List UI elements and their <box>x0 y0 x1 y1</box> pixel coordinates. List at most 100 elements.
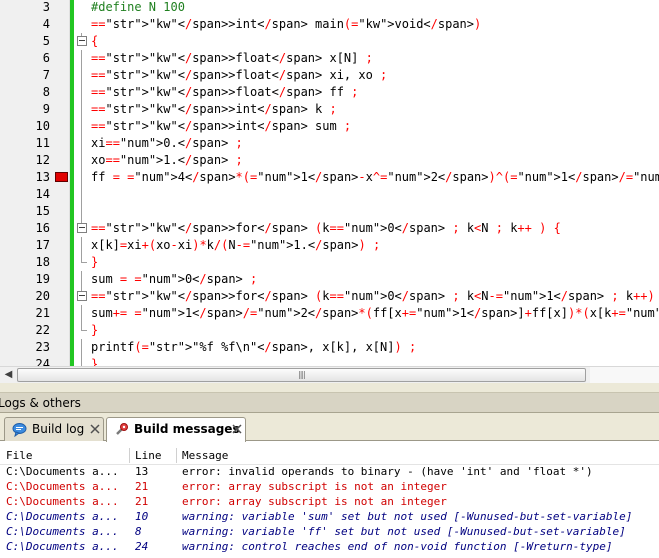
error-marker-icon[interactable] <box>55 172 68 182</box>
code-text[interactable]: x[k]=xi+(xo-xi)*k/(N-="num">1.</span>) ; <box>91 237 380 254</box>
line-number[interactable]: 15 <box>0 203 50 220</box>
line-number[interactable]: 18 <box>0 254 50 271</box>
code-text[interactable]: =="str">"kw"</span>>float</span> xi, xo … <box>91 67 387 84</box>
code-text[interactable]: { <box>91 33 98 50</box>
line-number[interactable]: 8 <box>0 84 50 101</box>
fold-guide <box>81 101 82 118</box>
code-line[interactable]: 12 xo=="num">1.</span> ; <box>0 152 659 169</box>
code-line[interactable]: 7 =="str">"kw"</span>>float</span> xi, xo… <box>0 67 659 84</box>
line-number[interactable]: 7 <box>0 67 50 84</box>
code-line[interactable]: 14 <box>0 186 659 203</box>
code-text[interactable]: =="str">"kw"</span>>float</span> x[N] ; <box>91 50 373 67</box>
message-line: 21 <box>135 480 149 493</box>
fold-guide <box>81 237 82 254</box>
fold-end-guide <box>81 262 87 263</box>
line-number[interactable]: 9 <box>0 101 50 118</box>
line-number[interactable]: 5 <box>0 33 50 50</box>
code-text[interactable]: } <box>91 322 98 339</box>
column-header-message[interactable]: Message <box>182 446 228 465</box>
tab-build-messages-label: Build messages <box>134 422 240 436</box>
line-number[interactable]: 13 <box>0 169 50 186</box>
line-number[interactable]: 12 <box>0 152 50 169</box>
fold-guide <box>81 118 82 135</box>
code-line[interactable]: 9 =="str">"kw"</span>>int</span> k ; <box>0 101 659 118</box>
code-text[interactable]: =="str">"kw"</span>>int</span> main(="kw… <box>91 16 481 33</box>
message-row[interactable]: C:\Documents a... 24 warning: control reac… <box>0 539 659 554</box>
line-number[interactable]: 24 <box>0 356 50 366</box>
code-editor[interactable]: 3 #define N 100 4 =="str">"kw"</span>>int</… <box>0 0 659 366</box>
column-header-file[interactable]: File <box>6 446 33 465</box>
tab-build-messages[interactable]: Build messages <box>106 417 246 442</box>
line-number[interactable]: 19 <box>0 271 50 288</box>
code-text[interactable]: =="str">"kw"</span>>for</span> (k=="num"… <box>91 220 561 237</box>
scrollbar-thumb[interactable]: |||| <box>17 368 586 382</box>
scroll-left-arrow-icon[interactable]: ◀ <box>0 367 17 383</box>
code-line[interactable]: 6 =="str">"kw"</span>>float</span> x[N] ; <box>0 50 659 67</box>
code-text[interactable]: =="str">"kw"</span>>float</span> ff ; <box>91 84 358 101</box>
message-row[interactable]: C:\Documents a... 13 error: invalid operan… <box>0 464 659 479</box>
message-message: error: invalid operands to binary - (hav… <box>182 465 593 478</box>
close-icon[interactable] <box>89 423 101 435</box>
code-line[interactable]: 18} <box>0 254 659 271</box>
code-line[interactable]: 13 ff = ="num">4</span>*(="num">1</span>-… <box>0 169 659 186</box>
code-line[interactable]: 16 =="str">"kw"</span>>for</span> (k=="nu… <box>0 220 659 237</box>
scrollbar-track[interactable] <box>590 367 659 383</box>
code-text[interactable]: sum = ="num">0</span> ; <box>91 271 257 288</box>
code-line[interactable]: 17 x[k]=xi+(xo-xi)*k/(N-="num">1.</span>)… <box>0 237 659 254</box>
line-number[interactable]: 20 <box>0 288 50 305</box>
code-line[interactable]: 4 =="str">"kw"</span>>int</span> main(="k… <box>0 16 659 33</box>
horizontal-scrollbar[interactable]: ◀ |||| <box>0 366 659 383</box>
code-text[interactable]: } <box>91 356 98 366</box>
code-line[interactable]: 19 sum = ="num">0</span> ; <box>0 271 659 288</box>
message-line: 8 <box>135 525 142 538</box>
close-icon[interactable] <box>231 423 243 435</box>
tab-build-log[interactable]: Build log <box>4 417 104 441</box>
column-divider[interactable] <box>129 448 130 463</box>
line-number[interactable]: 16 <box>0 220 50 237</box>
fold-toggle-icon[interactable] <box>77 291 87 301</box>
code-text[interactable]: } <box>91 254 98 271</box>
code-text[interactable]: xo=="num">1.</span> ; <box>91 152 243 169</box>
code-line[interactable]: 22} <box>0 322 659 339</box>
code-line[interactable]: 5{ <box>0 33 659 50</box>
line-number[interactable]: 21 <box>0 305 50 322</box>
code-line[interactable]: 20 =="str">"kw"</span>>for</span> (k=="nu… <box>0 288 659 305</box>
code-line[interactable]: 10 =="str">"kw"</span>>int</span> sum ; <box>0 118 659 135</box>
code-text[interactable]: sum+= ="num">1</span>/="num">2</span>*(f… <box>91 305 659 322</box>
line-number[interactable]: 6 <box>0 50 50 67</box>
code-line[interactable]: 3 #define N 100 <box>0 0 659 16</box>
line-number[interactable]: 23 <box>0 339 50 356</box>
fold-toggle-icon[interactable] <box>77 36 87 46</box>
code-line[interactable]: 15 <box>0 203 659 220</box>
column-header-line[interactable]: Line <box>135 446 162 465</box>
code-line[interactable]: 8 =="str">"kw"</span>>float</span> ff ; <box>0 84 659 101</box>
line-number[interactable]: 4 <box>0 16 50 33</box>
code-text[interactable]: =="str">"kw"</span>>int</span> k ; <box>91 101 337 118</box>
code-text[interactable]: =="str">"kw"</span>>int</span> sum ; <box>91 118 351 135</box>
column-divider[interactable] <box>176 448 177 463</box>
code-text[interactable]: =="str">"kw"</span>>for</span> (k=="num"… <box>91 288 659 305</box>
code-line[interactable]: 24} <box>0 356 659 366</box>
fold-toggle-icon[interactable] <box>77 223 87 233</box>
line-number[interactable]: 3 <box>0 0 50 16</box>
fold-guide <box>81 67 82 84</box>
line-number[interactable]: 17 <box>0 237 50 254</box>
line-number[interactable]: 22 <box>0 322 50 339</box>
build-messages-list[interactable]: File Line Message C:\Documents a... 13 err… <box>0 442 659 558</box>
fold-end-guide <box>81 330 87 331</box>
message-row[interactable]: C:\Documents a... 8 warning: variable 'ff'… <box>0 524 659 539</box>
code-text[interactable]: ff = ="num">4</span>*(="num">1</span>-x^… <box>91 169 659 186</box>
line-number[interactable]: 11 <box>0 135 50 152</box>
message-row[interactable]: C:\Documents a... 21 error: array subscrip… <box>0 479 659 494</box>
message-row[interactable]: C:\Documents a... 10 warning: variable 'su… <box>0 509 659 524</box>
code-text[interactable]: xi=="num">0.</span> ; <box>91 135 243 152</box>
panel-splitter[interactable] <box>0 383 659 393</box>
code-text[interactable]: #define N 100 <box>91 0 185 16</box>
code-line[interactable]: 21 sum+= ="num">1</span>/="num">2</span>*… <box>0 305 659 322</box>
code-line[interactable]: 11 xi=="num">0.</span> ; <box>0 135 659 152</box>
line-number[interactable]: 10 <box>0 118 50 135</box>
code-text[interactable]: printf(="str">"%f %f\n"</span>, x[k], x[… <box>91 339 416 356</box>
code-line[interactable]: 23 printf(="str">"%f %f\n"</span>, x[k], … <box>0 339 659 356</box>
line-number[interactable]: 14 <box>0 186 50 203</box>
message-row[interactable]: C:\Documents a... 21 error: array subscrip… <box>0 494 659 509</box>
